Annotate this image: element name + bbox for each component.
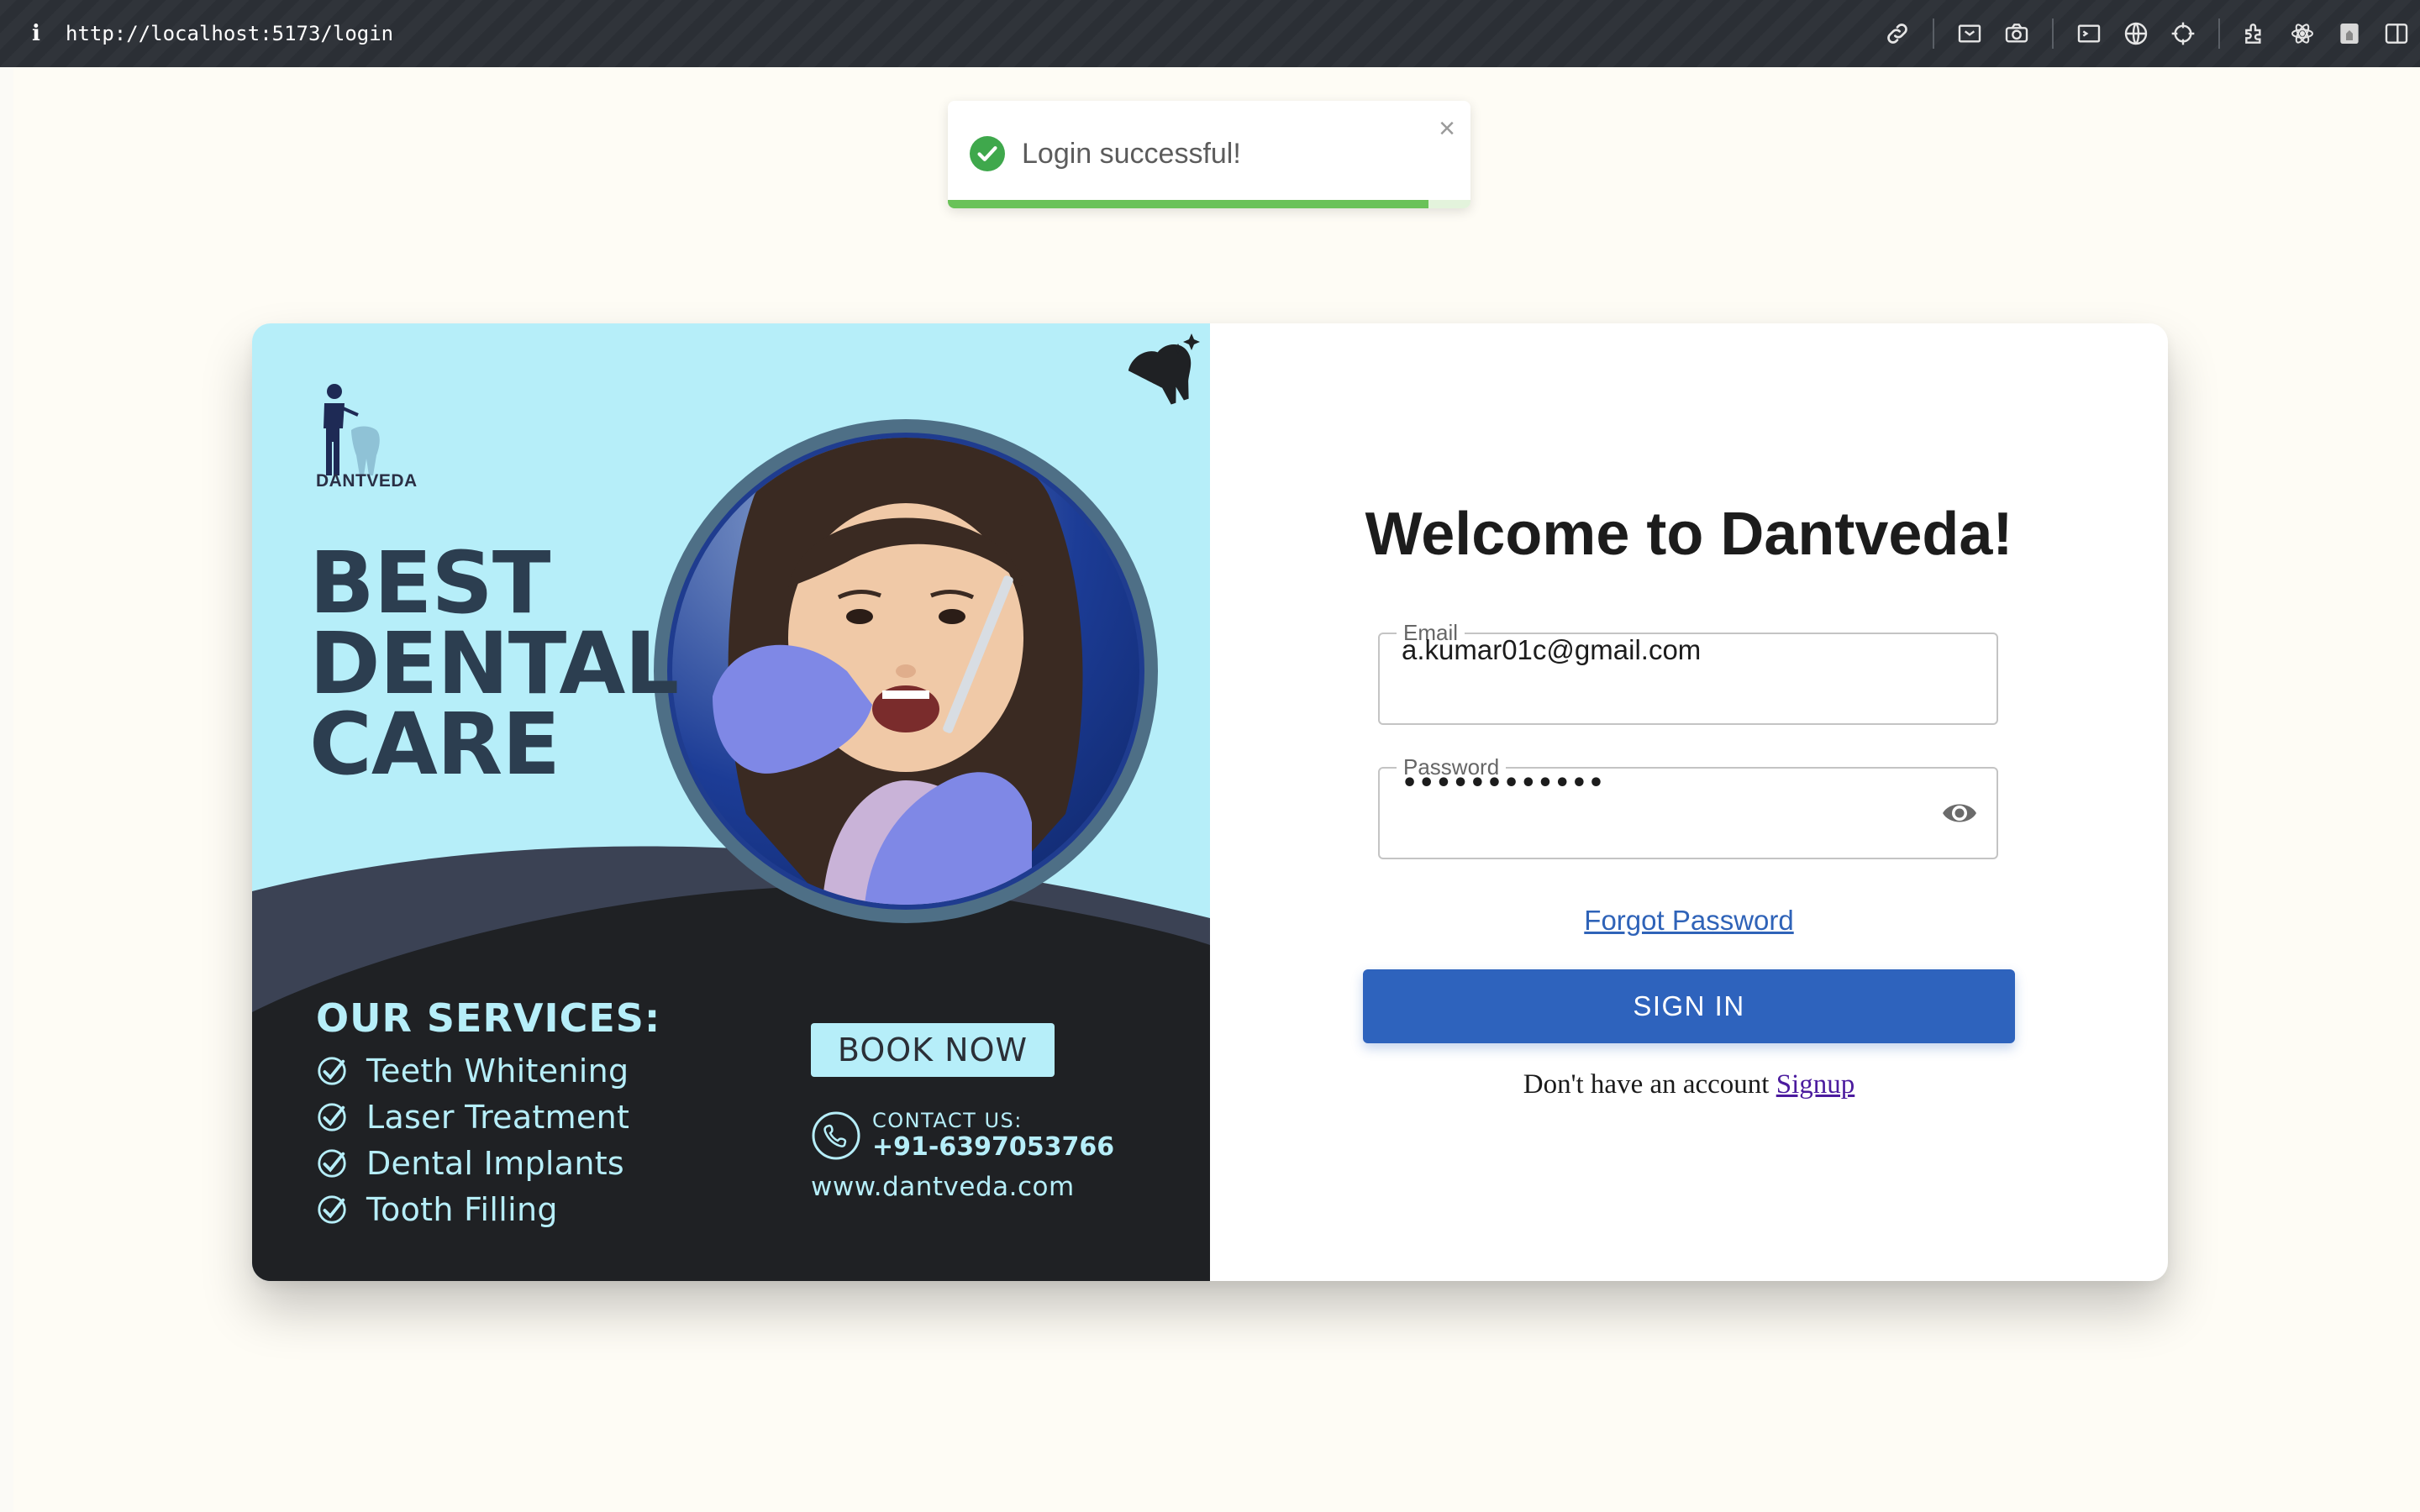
- terminal-icon[interactable]: [2065, 0, 2112, 67]
- toolbar-icons: [1874, 0, 2420, 67]
- email-input[interactable]: a.kumar01c@gmail.com: [1402, 634, 1701, 723]
- service-item: Laser Treatment: [316, 1094, 629, 1140]
- check-circle-icon: [318, 1148, 346, 1178]
- book-now-button: BOOK NOW: [811, 1023, 1055, 1077]
- info-icon[interactable]: i: [24, 21, 49, 46]
- sidebar-icon[interactable]: [2373, 0, 2420, 67]
- profile-icon[interactable]: [2326, 0, 2373, 67]
- service-item: Tooth Filling: [316, 1186, 629, 1232]
- login-form: Welcome to Dantveda! Email a.kumar01c@gm…: [1210, 323, 2168, 1281]
- headline-line: DENTAL: [309, 614, 679, 714]
- toolbar-divider: [2052, 18, 2054, 49]
- page-title: Welcome to Dantveda!: [1365, 501, 2013, 568]
- service-label: Laser Treatment: [366, 1098, 630, 1136]
- services-title: OUR SERVICES:: [316, 995, 661, 1041]
- link-icon[interactable]: [1874, 0, 1921, 67]
- service-item: Teeth Whitening: [316, 1047, 629, 1094]
- toolbar-divider: [1933, 18, 1934, 49]
- promo-banner: DANTVEDA BEST DENTAL CARE OUR SERVICES: …: [252, 323, 1210, 1281]
- services-list: Teeth Whitening Laser Treatment Dental I…: [316, 1047, 629, 1232]
- headline-line: CARE: [309, 695, 560, 795]
- headline: BEST DENTAL CARE: [309, 533, 679, 795]
- close-icon[interactable]: ×: [1439, 113, 1455, 145]
- toast-progress-bar: [948, 200, 1429, 208]
- address-bar[interactable]: http://localhost:5173/login: [66, 22, 393, 45]
- child-dental-photo: [654, 419, 1158, 923]
- brand-name: DANTVEDA: [316, 471, 418, 491]
- globe-icon[interactable]: [2112, 0, 2160, 67]
- contact-phone: +91-6397053766: [872, 1132, 1115, 1162]
- sign-in-button[interactable]: SIGN IN: [1363, 969, 2015, 1043]
- password-field[interactable]: Password ••••••••••••: [1378, 754, 1998, 859]
- toast-message: Login successful!: [1022, 138, 1241, 170]
- success-toast: Login successful! ×: [948, 101, 1470, 208]
- service-label: Dental Implants: [366, 1144, 625, 1182]
- crosshair-icon[interactable]: [2160, 0, 2207, 67]
- extensions-icon[interactable]: [2232, 0, 2279, 67]
- browser-toolbar: i http://localhost:5173/login: [0, 0, 2420, 67]
- service-label: Tooth Filling: [366, 1190, 558, 1228]
- check-circle-icon: [318, 1194, 346, 1224]
- login-card: DANTVEDA BEST DENTAL CARE OUR SERVICES: …: [252, 323, 2168, 1281]
- password-input[interactable]: ••••••••••••: [1402, 769, 1605, 858]
- success-check-icon: [970, 136, 1005, 171]
- service-label: Teeth Whitening: [366, 1052, 629, 1089]
- signup-prompt-text: Don't have an account: [1523, 1069, 1770, 1100]
- tooth-sparkle-icon: [1128, 333, 1200, 405]
- toolbar-divider: [2218, 18, 2220, 49]
- camera-icon[interactable]: [1993, 0, 2040, 67]
- contact-label: CONTACT US:: [872, 1109, 1023, 1132]
- eye-icon[interactable]: [1941, 796, 1978, 830]
- headline-line: BEST: [309, 533, 550, 633]
- signup-prompt: Don't have an account Signup: [1210, 1069, 2168, 1100]
- react-icon[interactable]: [2279, 0, 2326, 67]
- website-url: www.dantveda.com: [811, 1172, 1075, 1202]
- forgot-password-link[interactable]: Forgot Password: [1210, 905, 2168, 937]
- page-gutter: [0, 67, 13, 1512]
- signup-link[interactable]: Signup: [1776, 1069, 1855, 1100]
- check-circle-icon: [318, 1102, 346, 1131]
- email-field[interactable]: Email a.kumar01c@gmail.com: [1378, 620, 1998, 725]
- check-circle-icon: [318, 1056, 346, 1085]
- screenshot-icon[interactable]: [1946, 0, 1993, 67]
- service-item: Dental Implants: [316, 1140, 629, 1186]
- phone-icon: [812, 1111, 860, 1160]
